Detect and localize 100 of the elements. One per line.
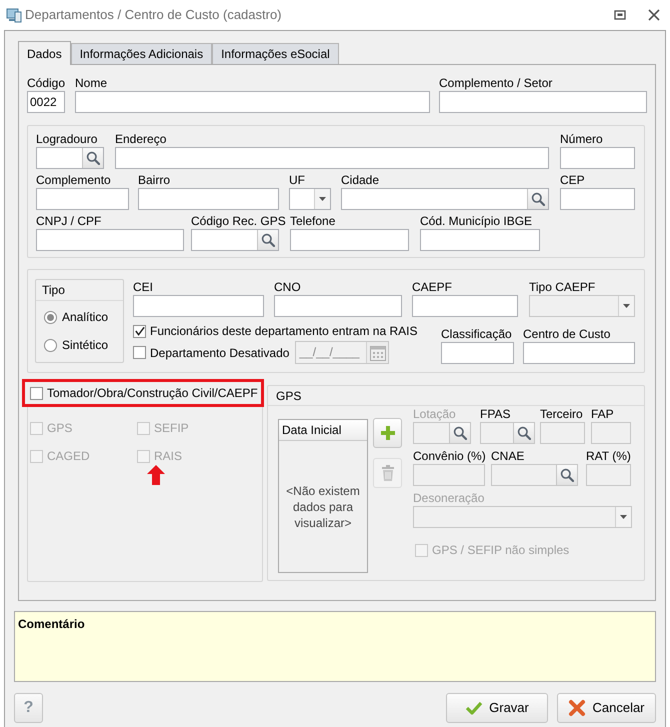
save-button[interactable]: Gravar <box>446 693 548 723</box>
check-icon <box>465 700 484 716</box>
field-label: FAP <box>591 406 614 422</box>
field-label: Cidade <box>341 172 380 188</box>
restore-icon <box>614 10 626 20</box>
field-label: CEP <box>560 172 585 188</box>
search-icon <box>453 426 467 440</box>
checkbox[interactable] <box>133 346 146 359</box>
group-title: GPS <box>276 389 302 403</box>
search-field[interactable] <box>36 147 104 169</box>
text-field[interactable] <box>115 147 549 169</box>
text-field[interactable] <box>591 422 631 444</box>
text-field[interactable]: 0022 <box>27 91 65 113</box>
field-label: Terceiro <box>540 406 583 422</box>
text-field[interactable] <box>36 188 129 210</box>
dropdown-field[interactable] <box>529 295 635 317</box>
field-label: Lotação <box>413 406 456 422</box>
search-button[interactable] <box>527 189 548 209</box>
field-label: RAT (%) <box>586 448 631 464</box>
tab[interactable]: Informações Adicionais <box>70 43 212 64</box>
search-button[interactable] <box>513 423 534 443</box>
field-label: Complemento / Setor <box>439 75 552 91</box>
search-button[interactable] <box>556 465 577 485</box>
trash-icon <box>380 465 394 481</box>
window-title: Departamentos / Centro de Custo (cadastro) <box>25 6 282 24</box>
search-field[interactable] <box>341 188 549 210</box>
comment-box[interactable]: Comentário <box>14 611 656 682</box>
text-field[interactable] <box>413 464 485 486</box>
plus-icon <box>380 425 396 441</box>
text-field[interactable] <box>441 342 514 364</box>
text-field[interactable] <box>586 464 631 486</box>
text-field[interactable] <box>412 295 518 317</box>
text-field[interactable] <box>290 229 409 251</box>
checkbox-label: RAIS <box>154 448 182 465</box>
search-field[interactable] <box>480 422 535 444</box>
field-label: Número <box>560 131 603 147</box>
field-label: Complemento <box>36 172 111 188</box>
search-icon <box>560 468 574 482</box>
calendar-icon <box>370 344 386 360</box>
text-field[interactable] <box>138 188 279 210</box>
checkbox[interactable] <box>133 324 146 338</box>
checkbox-label: SEFIP <box>154 420 189 437</box>
search-field[interactable] <box>191 229 279 251</box>
computer-icon <box>6 7 22 23</box>
column-header[interactable]: Data Inicial <box>279 420 367 441</box>
checkbox-label: GPS / SEFIP não simples <box>432 542 570 559</box>
text-field[interactable] <box>523 342 635 364</box>
field-label: Nome <box>75 75 108 91</box>
checkbox-label: Departamento Desativado <box>150 344 290 362</box>
text-field[interactable] <box>75 91 430 113</box>
cross-icon <box>568 699 586 717</box>
checkbox[interactable] <box>30 386 43 400</box>
checkbox-label: CAGED <box>47 448 90 465</box>
search-icon <box>86 151 100 165</box>
checkbox-label: GPS <box>47 420 72 437</box>
radio-button[interactable] <box>44 338 57 352</box>
checkbox-label: Tomador/Obra/Construção Civil/CAEPF <box>47 385 258 402</box>
dropdown-field[interactable] <box>289 188 331 210</box>
radio-button[interactable] <box>44 310 57 324</box>
text-field[interactable] <box>560 147 635 169</box>
caret-icon <box>319 197 326 201</box>
field-label: CNPJ / CPF <box>36 213 102 229</box>
caret-icon <box>620 515 627 519</box>
search-icon <box>517 426 531 440</box>
close-icon <box>648 9 660 21</box>
field-label: Código Rec. GPS <box>191 213 286 229</box>
text-field[interactable] <box>133 295 264 317</box>
field-label: CNO <box>274 279 301 295</box>
search-button[interactable] <box>82 148 103 168</box>
search-icon <box>531 192 545 206</box>
radio-label: Analítico <box>62 309 108 326</box>
field-label: Desoneração <box>413 490 484 506</box>
field-label: Centro de Custo <box>523 326 610 342</box>
field-label: Cód. Município IBGE <box>420 213 532 229</box>
cancel-button[interactable]: Cancelar <box>557 693 656 723</box>
text-field[interactable] <box>420 229 540 251</box>
field-label: Classificação <box>441 326 512 342</box>
checkbox-label: Funcionários deste departamento entram na RAIS <box>150 323 418 340</box>
text-field[interactable] <box>439 91 647 113</box>
calendar-button[interactable] <box>366 342 388 363</box>
list-view[interactable]: Data Inicial <Não existem dados para visualizar> <box>278 419 368 573</box>
text-field[interactable] <box>560 188 635 210</box>
search-field[interactable] <box>491 464 578 486</box>
radio-label: Sintético <box>62 337 108 354</box>
tab[interactable]: Informações eSocial <box>212 43 339 64</box>
empty-message: <Não existem dados para visualizar> <box>285 482 361 530</box>
add-button[interactable] <box>373 418 402 448</box>
group-title: Tipo <box>42 283 65 297</box>
field-label: Tipo CAEPF <box>529 279 596 295</box>
text-field[interactable] <box>274 295 402 317</box>
search-button[interactable] <box>257 230 278 250</box>
text-field[interactable] <box>540 422 585 444</box>
field-label: FPAS <box>480 406 510 422</box>
field-label: Endereço <box>115 131 166 147</box>
comment-label: Comentário <box>18 617 85 631</box>
check-mark <box>134 325 145 337</box>
tab[interactable]: Dados <box>18 41 71 65</box>
field-label: Convênio (%) <box>413 448 486 464</box>
caret-icon <box>623 304 630 308</box>
text-field[interactable] <box>36 229 184 251</box>
